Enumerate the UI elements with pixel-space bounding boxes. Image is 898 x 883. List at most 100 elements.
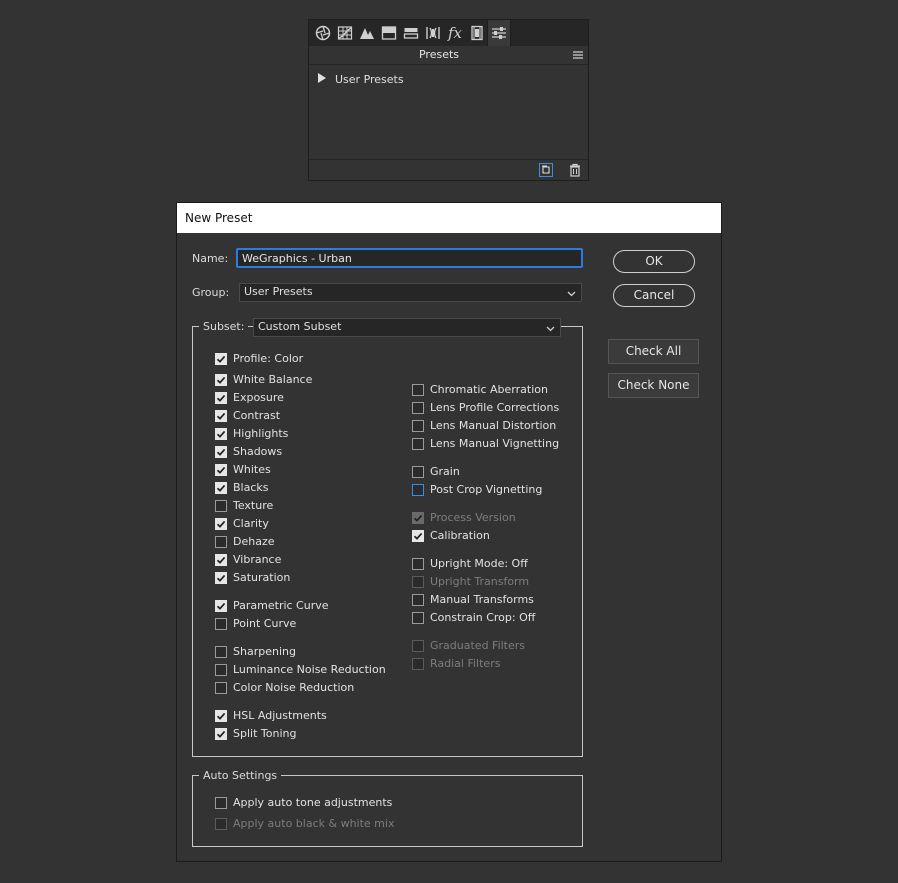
checkbox-box[interactable] bbox=[215, 535, 227, 548]
checkbox-label: Constrain Crop: Off bbox=[430, 611, 536, 624]
checkmark-icon[interactable] bbox=[215, 409, 227, 422]
checkbox-box[interactable] bbox=[215, 681, 227, 694]
checkbox-box[interactable] bbox=[412, 419, 424, 432]
checkbox-label: HSL Adjustments bbox=[233, 709, 327, 722]
checkbox-hsl-adjustments[interactable]: HSL Adjustments bbox=[215, 709, 327, 722]
checkbox-box[interactable] bbox=[215, 663, 227, 676]
checkbox-box[interactable] bbox=[412, 437, 424, 450]
checkbox-dehaze[interactable]: Dehaze bbox=[215, 535, 275, 548]
checkbox-box bbox=[412, 639, 424, 652]
checkmark-icon[interactable] bbox=[215, 481, 227, 494]
checkmark-icon[interactable] bbox=[215, 599, 227, 612]
checkbox-lens-manual-distortion[interactable]: Lens Manual Distortion bbox=[412, 419, 556, 432]
name-input[interactable] bbox=[236, 248, 583, 268]
checkbox-lens-profile-corrections[interactable]: Lens Profile Corrections bbox=[412, 401, 559, 414]
checkmark-icon[interactable] bbox=[215, 373, 227, 386]
checkbox-box[interactable] bbox=[412, 611, 424, 624]
checkmark-icon[interactable] bbox=[215, 727, 227, 740]
checkbox-white-balance[interactable]: White Balance bbox=[215, 373, 312, 386]
tree-item-user-presets[interactable]: User Presets bbox=[317, 73, 404, 86]
checkbox-profile-color[interactable]: Profile: Color bbox=[215, 352, 303, 365]
checkbox-box[interactable] bbox=[412, 401, 424, 414]
checkbox-upright-mode-off[interactable]: Upright Mode: Off bbox=[412, 557, 528, 570]
check-all-button[interactable]: Check All bbox=[608, 339, 699, 364]
checkbox-box[interactable] bbox=[215, 796, 227, 809]
checkbox-saturation[interactable]: Saturation bbox=[215, 571, 290, 584]
group-select[interactable]: User Presets bbox=[239, 283, 582, 302]
checkbox-label: Post Crop Vignetting bbox=[430, 483, 543, 496]
checkmark-icon[interactable] bbox=[215, 571, 227, 584]
auto-settings-label: Auto Settings bbox=[199, 769, 282, 782]
checkbox-label: Apply auto tone adjustments bbox=[233, 796, 393, 809]
presets-sliders-icon[interactable] bbox=[487, 20, 511, 46]
checkbox-sharpening[interactable]: Sharpening bbox=[215, 645, 296, 658]
checkbox-box[interactable] bbox=[215, 499, 227, 512]
checkmark-icon[interactable] bbox=[215, 463, 227, 476]
checkbox-box[interactable] bbox=[412, 465, 424, 478]
fx-icon[interactable]: fx bbox=[445, 23, 465, 43]
checkbox-box[interactable] bbox=[412, 483, 424, 496]
checkbox-point-curve[interactable]: Point Curve bbox=[215, 617, 296, 630]
triangle-right-icon[interactable] bbox=[317, 73, 327, 86]
checkbox-box[interactable] bbox=[215, 617, 227, 630]
checkbox-label: Vibrance bbox=[233, 553, 282, 566]
checkbox-color-noise-reduction[interactable]: Color Noise Reduction bbox=[215, 681, 354, 694]
checkmark-icon[interactable] bbox=[215, 517, 227, 530]
checkbox-vibrance[interactable]: Vibrance bbox=[215, 553, 281, 566]
checkbox-post-crop-vignetting[interactable]: Post Crop Vignetting bbox=[412, 483, 542, 496]
new-preset-icon[interactable] bbox=[539, 163, 553, 177]
checkbox-box[interactable] bbox=[215, 645, 227, 658]
checkmark-icon[interactable] bbox=[215, 709, 227, 722]
checkmark-icon[interactable] bbox=[215, 427, 227, 440]
checkbox-manual-transforms[interactable]: Manual Transforms bbox=[412, 593, 534, 606]
checkbox-split-toning[interactable]: Split Toning bbox=[215, 727, 296, 740]
check-none-button[interactable]: Check None bbox=[608, 373, 699, 398]
checkbox-shadows[interactable]: Shadows bbox=[215, 445, 282, 458]
lens-icon[interactable] bbox=[423, 23, 443, 43]
film-camera-icon[interactable] bbox=[467, 23, 487, 43]
trash-icon[interactable] bbox=[568, 163, 582, 177]
checkbox-lens-manual-vignetting[interactable]: Lens Manual Vignetting bbox=[412, 437, 559, 450]
checkbox-calibration[interactable]: Calibration bbox=[412, 529, 490, 542]
checkbox-label: Parametric Curve bbox=[233, 599, 329, 612]
checkbox-box[interactable] bbox=[412, 557, 424, 570]
subset-select[interactable]: Custom Subset bbox=[253, 318, 561, 337]
detail-icon[interactable] bbox=[401, 23, 421, 43]
checkbox-highlights[interactable]: Highlights bbox=[215, 427, 288, 440]
checkbox-label: Dehaze bbox=[233, 535, 275, 548]
checkbox-clarity[interactable]: Clarity bbox=[215, 517, 269, 530]
checkbox-box[interactable] bbox=[412, 383, 424, 396]
checkbox-grain[interactable]: Grain bbox=[412, 465, 460, 478]
checkbox-whites[interactable]: Whites bbox=[215, 463, 271, 476]
checkbox-label: Exposure bbox=[233, 391, 284, 404]
checkbox-blacks[interactable]: Blacks bbox=[215, 481, 269, 494]
checkmark-icon[interactable] bbox=[215, 391, 227, 404]
checkbox-chromatic-aberration[interactable]: Chromatic Aberration bbox=[412, 383, 548, 396]
tone-curve-grid-icon[interactable] bbox=[335, 23, 355, 43]
checkbox-process-version: Process Version bbox=[412, 511, 516, 524]
checkmark-icon[interactable] bbox=[412, 529, 424, 542]
tree-item-label: User Presets bbox=[335, 73, 404, 86]
split-toning-icon[interactable] bbox=[379, 23, 399, 43]
ok-button[interactable]: OK bbox=[613, 250, 695, 273]
checkmark-icon[interactable] bbox=[215, 553, 227, 566]
checkbox-contrast[interactable]: Contrast bbox=[215, 409, 280, 422]
checkbox-exposure[interactable]: Exposure bbox=[215, 391, 284, 404]
checkmark-icon[interactable] bbox=[215, 445, 227, 458]
checkbox-label: Sharpening bbox=[233, 645, 296, 658]
checkbox-luminance-noise-reduction[interactable]: Luminance Noise Reduction bbox=[215, 663, 386, 676]
checkbox-label: Graduated Filters bbox=[430, 639, 526, 652]
checkbox-radial-filters: Radial Filters bbox=[412, 657, 500, 670]
basic-aperture-icon[interactable] bbox=[313, 23, 333, 43]
panel-menu-icon[interactable] bbox=[572, 49, 584, 61]
checkbox-constrain-crop-off[interactable]: Constrain Crop: Off bbox=[412, 611, 535, 624]
hsl-mountains-icon[interactable] bbox=[357, 23, 377, 43]
checkbox-label: Grain bbox=[430, 465, 460, 478]
checkbox-apply-auto-tone-adjustments[interactable]: Apply auto tone adjustments bbox=[215, 796, 392, 809]
cancel-button[interactable]: Cancel bbox=[613, 284, 695, 307]
checkbox-texture[interactable]: Texture bbox=[215, 499, 273, 512]
checkbox-parametric-curve[interactable]: Parametric Curve bbox=[215, 599, 329, 612]
checkbox-box[interactable] bbox=[412, 593, 424, 606]
checkmark-icon[interactable] bbox=[215, 352, 227, 365]
checkbox-label: Chromatic Aberration bbox=[430, 383, 548, 396]
